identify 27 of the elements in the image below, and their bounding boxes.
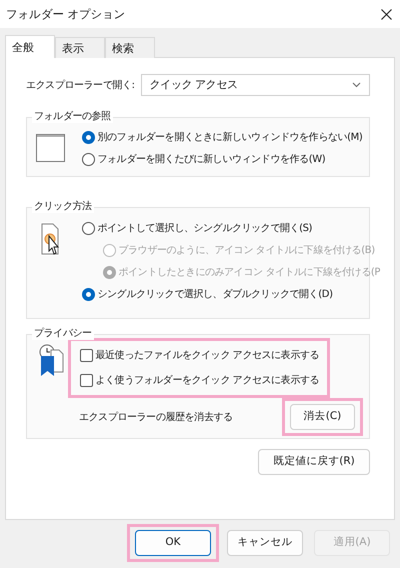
- tab[interactable]: 表示: [55, 37, 105, 58]
- history-icon: [39, 344, 64, 377]
- clear-button[interactable]: 消去(C): [290, 404, 355, 430]
- tab[interactable]: 全般: [5, 35, 55, 58]
- radio-option[interactable]: シングルクリックで選択し、ダブルクリックで開く(D): [82, 283, 380, 305]
- group-title: プライバシー: [32, 327, 94, 340]
- chevron-down-icon: [352, 82, 361, 88]
- dialog-button[interactable]: キャンセル: [227, 530, 303, 556]
- tab[interactable]: 検索: [105, 37, 155, 58]
- dialog-button[interactable]: OK: [135, 530, 211, 556]
- group-title: フォルダーの参照: [32, 110, 113, 123]
- radio-option[interactable]: フォルダーを開くたびに新しいウィンドウを作る(W): [82, 148, 362, 170]
- open-with-dropdown[interactable]: クイック アクセス: [140, 74, 370, 96]
- clear-history-label: エクスプローラーの履歴を消去する: [79, 410, 233, 424]
- group-title: クリック方法: [32, 200, 94, 213]
- window-title: フォルダー オプション: [6, 6, 126, 22]
- radio-option: ポイントしたときにのみアイコン タイトルに下線を付ける(P: [103, 261, 380, 283]
- checkbox-option[interactable]: よく使うフォルダーをクイック アクセスに表示する: [80, 368, 320, 393]
- open-with-label: エクスプローラーで開く:: [26, 78, 136, 92]
- radio-option: ブラウザーのように、アイコン タイトルに下線を付ける(B): [103, 239, 380, 261]
- radio-option[interactable]: ポイントして選択し、シングルクリックで開く(S): [82, 217, 380, 239]
- close-icon[interactable]: [381, 8, 392, 20]
- checkbox-option[interactable]: 最近使ったファイルをクイック アクセスに表示する: [80, 343, 320, 368]
- reset-defaults-button[interactable]: 既定値に戻す(R): [258, 449, 370, 475]
- radio-option[interactable]: 別のフォルダーを開くときに新しいウィンドウを作らない(M): [82, 126, 362, 148]
- dialog-button: 適用(A): [314, 530, 390, 556]
- window-icon: [36, 134, 65, 162]
